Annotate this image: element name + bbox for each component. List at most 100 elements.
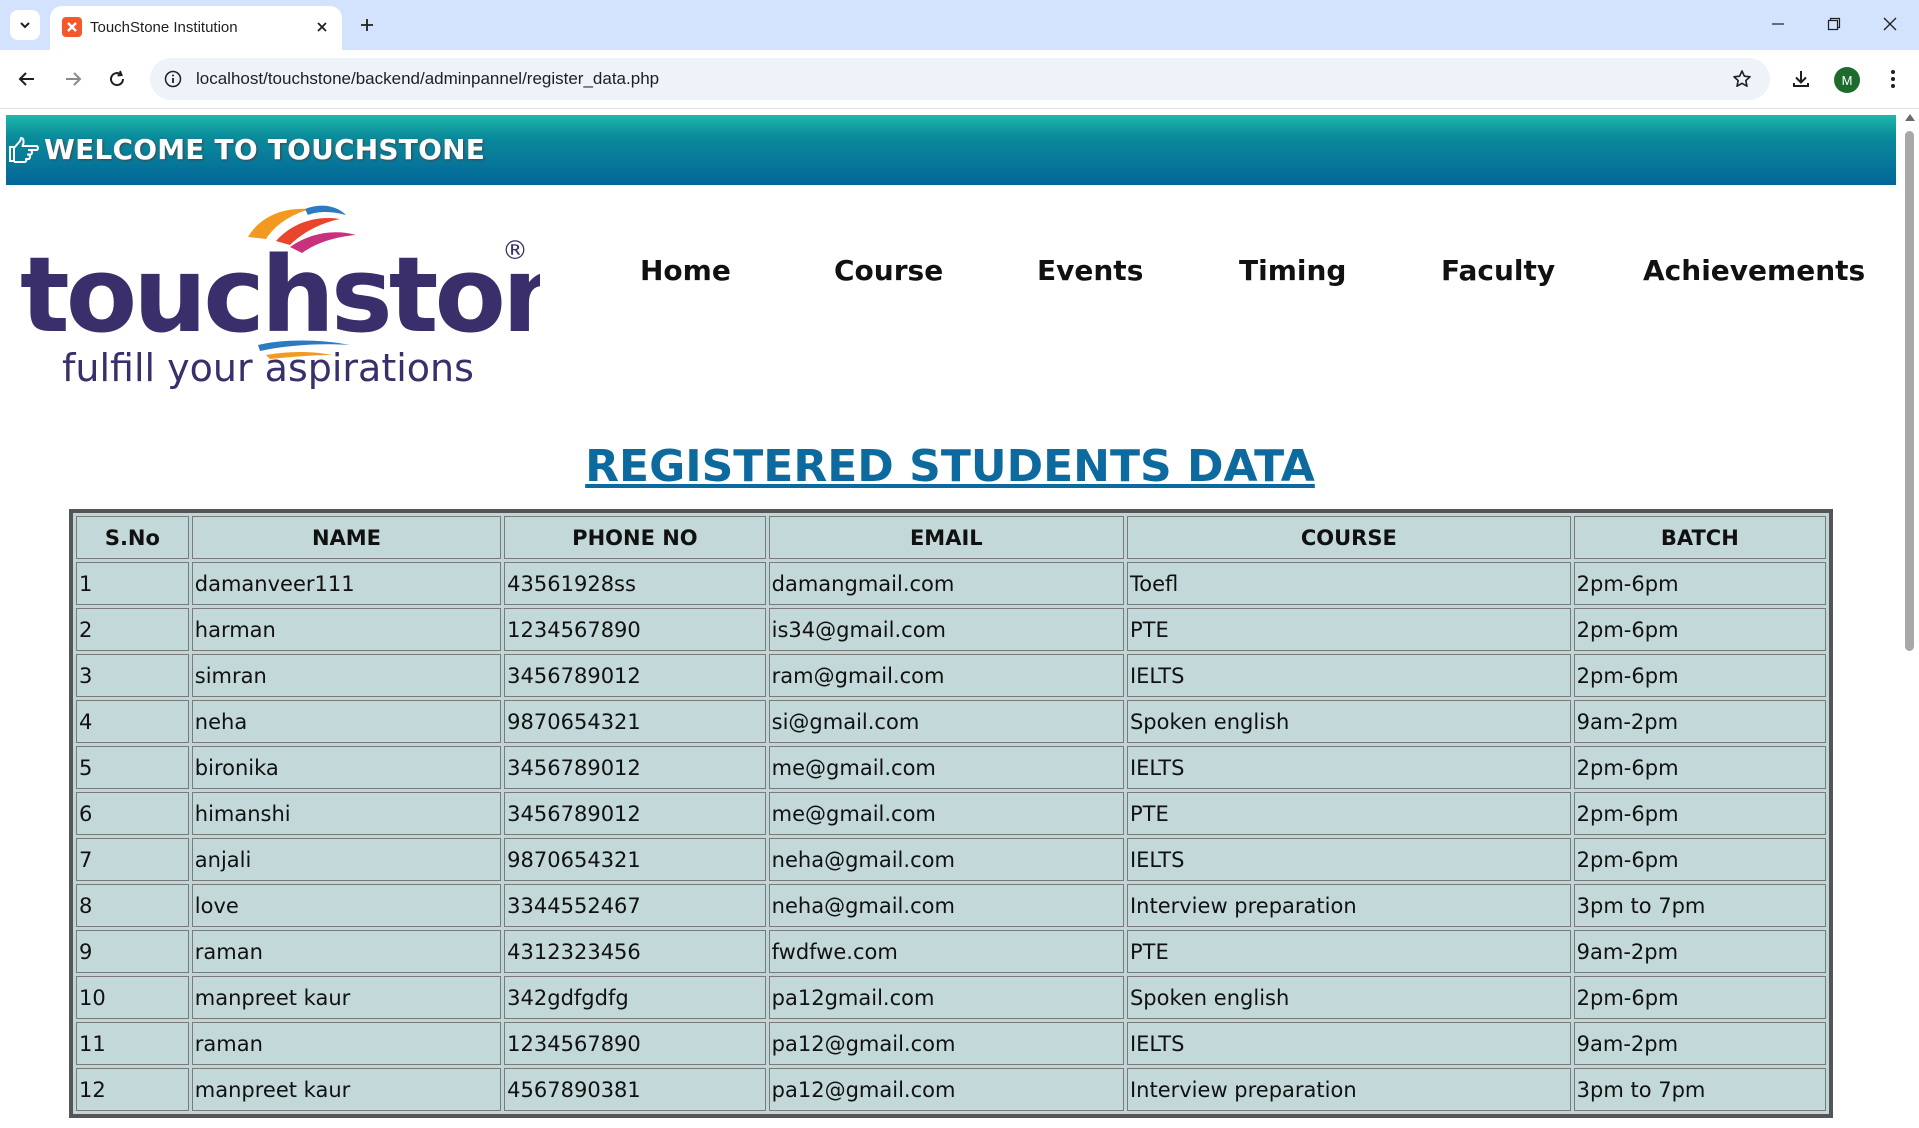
new-tab-button[interactable]	[354, 12, 380, 38]
cell-email: fwdfwe.com	[768, 930, 1124, 973]
nav-achievements[interactable]: Achievements	[1643, 254, 1865, 287]
cell-name: love	[191, 884, 502, 927]
header-batch: BATCH	[1573, 516, 1826, 559]
cell-sno: 10	[76, 976, 189, 1019]
cell-name: raman	[191, 1022, 502, 1065]
cell-sno: 3	[76, 654, 189, 697]
cell-phone: 4567890381	[504, 1068, 766, 1111]
table-header-row: S.No NAME PHONE NO EMAIL COURSE BATCH	[76, 516, 1826, 559]
nav-timing[interactable]: Timing	[1239, 254, 1346, 287]
registered-mark: ®	[502, 236, 528, 266]
nav-faculty[interactable]: Faculty	[1441, 254, 1555, 287]
forward-button[interactable]	[56, 62, 90, 96]
cell-course: IELTS	[1126, 1022, 1571, 1065]
arrow-right-icon	[66, 72, 82, 86]
cell-course: PTE	[1126, 792, 1571, 835]
welcome-text: WELCOME TO TOUCHSTONE	[44, 133, 486, 166]
tab-search-button[interactable]	[10, 10, 40, 40]
cell-batch: 9am-2pm	[1573, 700, 1826, 743]
scroll-up-arrow-icon[interactable]	[1905, 114, 1915, 121]
cell-name: himanshi	[191, 792, 502, 835]
cell-course: Spoken english	[1126, 976, 1571, 1019]
cell-sno: 7	[76, 838, 189, 881]
close-window-button[interactable]	[1870, 8, 1910, 40]
arrow-left-icon	[18, 72, 34, 86]
cell-sno: 12	[76, 1068, 189, 1111]
cell-phone: 9870654321	[504, 838, 766, 881]
xampp-favicon-icon	[62, 17, 82, 37]
downloads-button[interactable]	[1786, 64, 1816, 94]
browser-menu-button[interactable]	[1878, 64, 1908, 94]
cell-sno: 8	[76, 884, 189, 927]
cell-phone: 9870654321	[504, 700, 766, 743]
header-email: EMAIL	[768, 516, 1124, 559]
logo-tagline: fulfill your aspirations	[62, 346, 474, 389]
profile-avatar[interactable]: M	[1834, 67, 1860, 93]
table-row: 5 bironika 3456789012 me@gmail.com IELTS 2pm-…	[76, 746, 1826, 789]
page-title-wrap: REGISTERED STUDENTS DATA	[0, 441, 1900, 492]
minimize-icon	[1772, 23, 1784, 25]
header-sno: S.No	[76, 516, 189, 559]
browser-window: TouchStone Institution localhost/touchst…	[0, 0, 1919, 1128]
reload-button[interactable]	[100, 62, 134, 96]
cell-phone: 1234567890	[504, 1022, 766, 1065]
minimize-button[interactable]	[1758, 8, 1798, 40]
close-icon	[1883, 17, 1897, 31]
browser-tab[interactable]: TouchStone Institution	[50, 6, 342, 50]
tab-title: TouchStone Institution	[90, 19, 238, 36]
cell-batch: 9am-2pm	[1573, 1022, 1826, 1065]
tab-strip: TouchStone Institution	[0, 0, 1919, 50]
vertical-scrollbar[interactable]	[1900, 109, 1919, 1128]
cell-batch: 2pm-6pm	[1573, 838, 1826, 881]
header-course: COURSE	[1126, 516, 1571, 559]
nav-events[interactable]: Events	[1037, 254, 1143, 287]
table-row: 7 anjali 9870654321 neha@gmail.com IELTS 2pm-…	[76, 838, 1826, 881]
cell-email: pa12@gmail.com	[768, 1068, 1124, 1111]
back-button[interactable]	[10, 62, 44, 96]
cell-phone: 4312323456	[504, 930, 766, 973]
cell-name: anjali	[191, 838, 502, 881]
cell-email: ram@gmail.com	[768, 654, 1124, 697]
close-tab-icon[interactable]	[312, 17, 332, 37]
cell-name: damanveer111	[191, 562, 502, 605]
table-row: 9 raman 4312323456 fwdfwe.com PTE 9am-2pm	[76, 930, 1826, 973]
cell-sno: 2	[76, 608, 189, 651]
cell-batch: 2pm-6pm	[1573, 792, 1826, 835]
table-row: 6 himanshi 3456789012 me@gmail.com PTE 2pm-6p…	[76, 792, 1826, 835]
scroll-thumb[interactable]	[1905, 131, 1914, 651]
cell-course: Interview preparation	[1126, 884, 1571, 927]
table-row: 12 manpreet kaur 4567890381 pa12@gmail.com I…	[76, 1068, 1826, 1111]
address-bar[interactable]: localhost/touchstone/backend/adminpannel…	[150, 58, 1770, 100]
more-vertical-icon	[1891, 70, 1895, 88]
cell-course: PTE	[1126, 608, 1571, 651]
page-title: REGISTERED STUDENTS DATA	[585, 441, 1315, 492]
students-table: S.No NAME PHONE NO EMAIL COURSE BATCH 1d…	[73, 513, 1829, 1114]
table-row: 3 simran 3456789012 ram@gmail.com IELTS 2pm-6…	[76, 654, 1826, 697]
cell-sno: 11	[76, 1022, 189, 1065]
site-info-icon[interactable]	[162, 68, 184, 90]
table-row: 8 love 3344552467 neha@gmail.com Interview p…	[76, 884, 1826, 927]
url-text[interactable]: localhost/touchstone/backend/adminpannel…	[196, 69, 659, 89]
cell-course: PTE	[1126, 930, 1571, 973]
bookmark-star-icon[interactable]	[1730, 67, 1754, 91]
cell-email: pa12@gmail.com	[768, 1022, 1124, 1065]
cell-email: me@gmail.com	[768, 792, 1124, 835]
cell-course: Spoken english	[1126, 700, 1571, 743]
cell-email: pa12gmail.com	[768, 976, 1124, 1019]
cell-course: Toefl	[1126, 562, 1571, 605]
touchstone-logo[interactable]: touchstone ® fulfill your aspirations	[20, 199, 643, 390]
logo-graphic: touchstone ® fulfill your aspirations	[20, 205, 643, 390]
restore-icon	[1827, 17, 1841, 31]
cell-email: neha@gmail.com	[768, 884, 1124, 927]
table-row: 2 harman 1234567890 is34@gmail.com PTE 2pm-6p…	[76, 608, 1826, 651]
download-icon	[1793, 71, 1809, 87]
nav-home[interactable]: Home	[640, 254, 731, 287]
cell-name: manpreet kaur	[191, 1068, 502, 1111]
table-row: 4 neha 9870654321 si@gmail.com Spoken englis…	[76, 700, 1826, 743]
table-row: 10 manpreet kaur 342gdfgdfg pa12gmail.com Sp…	[76, 976, 1826, 1019]
restore-button[interactable]	[1814, 8, 1854, 40]
nav-course[interactable]: Course	[834, 254, 943, 287]
table-row: 1 damanveer111 43561928ss damangmail.com Toe…	[76, 562, 1826, 605]
cell-name: raman	[191, 930, 502, 973]
cell-email: si@gmail.com	[768, 700, 1124, 743]
